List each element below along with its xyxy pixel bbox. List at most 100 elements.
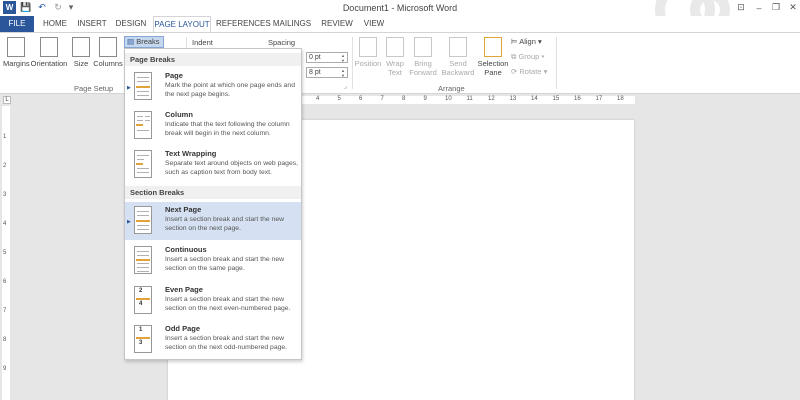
menu-item-description: Insert a section break and start the new… [165, 335, 288, 351]
ruler-number: 13 [509, 96, 517, 102]
selection-pane-icon [484, 37, 502, 57]
menu-item-title: Text Wrapping [165, 149, 217, 158]
ruler-number: 7 [3, 308, 7, 314]
menu-item-title: Column [165, 110, 193, 119]
position-label: Position [354, 59, 382, 68]
position-icon [359, 37, 377, 57]
tab-selector[interactable]: L [3, 96, 11, 104]
vertical-ruler[interactable]: 1 2 3 4 5 6 7 8 9 [2, 106, 10, 400]
ruler-number: 4 [3, 221, 7, 227]
align-button[interactable]: ⊨ Align ▾ [511, 37, 542, 46]
spacing-before-input[interactable]: 0 pt [306, 52, 348, 63]
ruler-number: 17 [595, 96, 603, 102]
send-backward-label: Send [449, 59, 467, 68]
pointer-arrow-icon: ▶ [127, 85, 131, 91]
menu-item-odd-page[interactable]: 1 3 Odd Page Insert a section break and … [125, 321, 301, 359]
align-label: Align [519, 37, 536, 46]
ruler-number: 5 [3, 250, 7, 256]
ruler-number: 2 [3, 163, 7, 169]
send-backward-label: Backward [441, 68, 475, 77]
horizontal-ruler[interactable]: L 4 5 6 7 8 9 10 11 12 13 14 15 16 17 18 [0, 95, 800, 105]
tab-file[interactable]: FILE [0, 16, 34, 32]
columns-label: Columns [93, 59, 123, 68]
ruler-number: 1 [3, 134, 7, 140]
rotate-button[interactable]: ⟳ Rotate ▾ [511, 67, 547, 76]
continuous-break-icon [134, 246, 152, 274]
breaks-icon: ▤ [127, 37, 135, 46]
maximize-icon[interactable]: ❐ [767, 1, 785, 14]
ruler-number: 18 [617, 96, 624, 102]
menu-item-continuous[interactable]: Continuous Insert a section break and st… [125, 242, 301, 280]
menu-item-next-page[interactable]: ▶ Next Page Insert a section break and s… [125, 202, 301, 240]
arrange-group-label: Arrange [438, 84, 465, 93]
bring-forward-icon [414, 37, 432, 57]
breaks-label: Breaks [136, 37, 160, 46]
margins-button[interactable]: Margins [3, 37, 30, 68]
menu-item-description: Insert a section break and start the new… [165, 296, 291, 312]
group-separator [556, 37, 557, 89]
columns-button[interactable]: Columns [93, 37, 123, 68]
pointer-arrow-icon: ▶ [127, 219, 131, 225]
tab-insert[interactable]: INSERT [76, 16, 108, 32]
bring-forward-button[interactable]: Bring Forward [408, 37, 438, 77]
tab-design[interactable]: DESIGN [114, 16, 148, 32]
menu-item-text-wrapping-break[interactable]: Text Wrapping Separate text around objec… [125, 146, 301, 184]
menu-item-description: Mark the point at which one page ends an… [165, 82, 295, 98]
close-icon[interactable]: ✕ [784, 1, 800, 14]
minimize-icon[interactable]: – [750, 1, 768, 14]
page-setup-group-label: Page Setup [74, 84, 114, 93]
tab-review[interactable]: REVIEW [320, 16, 354, 32]
ruler-number: 8 [402, 96, 406, 102]
menu-item-title: Page [165, 71, 183, 80]
wrap-text-button[interactable]: Wrap Text [383, 37, 407, 77]
ruler-number: 3 [3, 192, 7, 198]
ruler-number: 6 [359, 96, 363, 102]
tab-page-layout[interactable]: PAGE LAYOUT [153, 16, 211, 33]
orientation-label: Orientation [30, 59, 68, 68]
tab-home[interactable]: HOME [40, 16, 70, 32]
selection-pane-label: Selection [477, 59, 509, 68]
menu-item-description: Indicate that the text following the col… [165, 121, 290, 137]
orientation-button[interactable]: Orientation [30, 37, 68, 68]
selection-pane-label: Pane [484, 68, 502, 77]
wrap-text-label: Text [388, 68, 402, 77]
ruler-number: 8 [3, 337, 7, 343]
selection-pane-button[interactable]: Selection Pane [477, 37, 509, 77]
send-backward-button[interactable]: Send Backward [440, 37, 476, 77]
menu-item-description: Insert a section break and start the new… [165, 216, 285, 232]
menu-item-title: Odd Page [165, 324, 201, 333]
tab-view[interactable]: VIEW [360, 16, 388, 32]
ruler-number: 5 [337, 96, 341, 102]
next-page-break-icon [134, 206, 152, 234]
size-label: Size [73, 59, 89, 68]
ribbon-display-options-icon[interactable]: ⊡ [732, 1, 750, 14]
breaks-button[interactable]: ▤ Breaks ▾ [124, 36, 164, 56]
ruler-number: 7 [380, 96, 384, 102]
ruler-number: 9 [423, 96, 427, 102]
menu-item-title: Next Page [165, 205, 202, 214]
align-icon: ⊨ [511, 37, 518, 46]
orientation-icon [40, 37, 58, 57]
dialog-launcher-icon[interactable]: ⌟ [344, 83, 347, 90]
menu-item-column-break[interactable]: Column Indicate that the text following … [125, 107, 301, 145]
bring-forward-label: Bring [414, 59, 432, 68]
indent-label: Indent [192, 38, 213, 47]
menu-item-even-page[interactable]: 2 4 Even Page Insert a section break and… [125, 282, 301, 320]
tab-mailings[interactable]: MAILINGS [270, 16, 314, 32]
group-separator [352, 37, 353, 89]
rotate-icon: ⟳ [511, 67, 518, 76]
group-button[interactable]: ⧉ Group ▾ [511, 52, 545, 62]
bring-forward-label: Forward [409, 68, 437, 77]
size-button[interactable]: Size [70, 37, 92, 68]
margins-label: Margins [3, 59, 30, 68]
menu-item-title: Even Page [165, 285, 203, 294]
tab-references[interactable]: REFERENCES [216, 16, 271, 32]
ruler-number: 14 [531, 96, 538, 102]
menu-item-page-break[interactable]: ▶ Page Mark the point at which one page … [125, 68, 301, 106]
spacing-after-input[interactable]: 8 pt [306, 67, 348, 78]
ruler-number: 16 [574, 96, 581, 102]
ruler-number: 11 [466, 96, 473, 102]
spacing-label: Spacing [268, 38, 296, 47]
breaks-dropdown-menu: Page Breaks ▶ Page Mark the point at whi… [124, 48, 302, 360]
position-button[interactable]: Position [354, 37, 382, 68]
